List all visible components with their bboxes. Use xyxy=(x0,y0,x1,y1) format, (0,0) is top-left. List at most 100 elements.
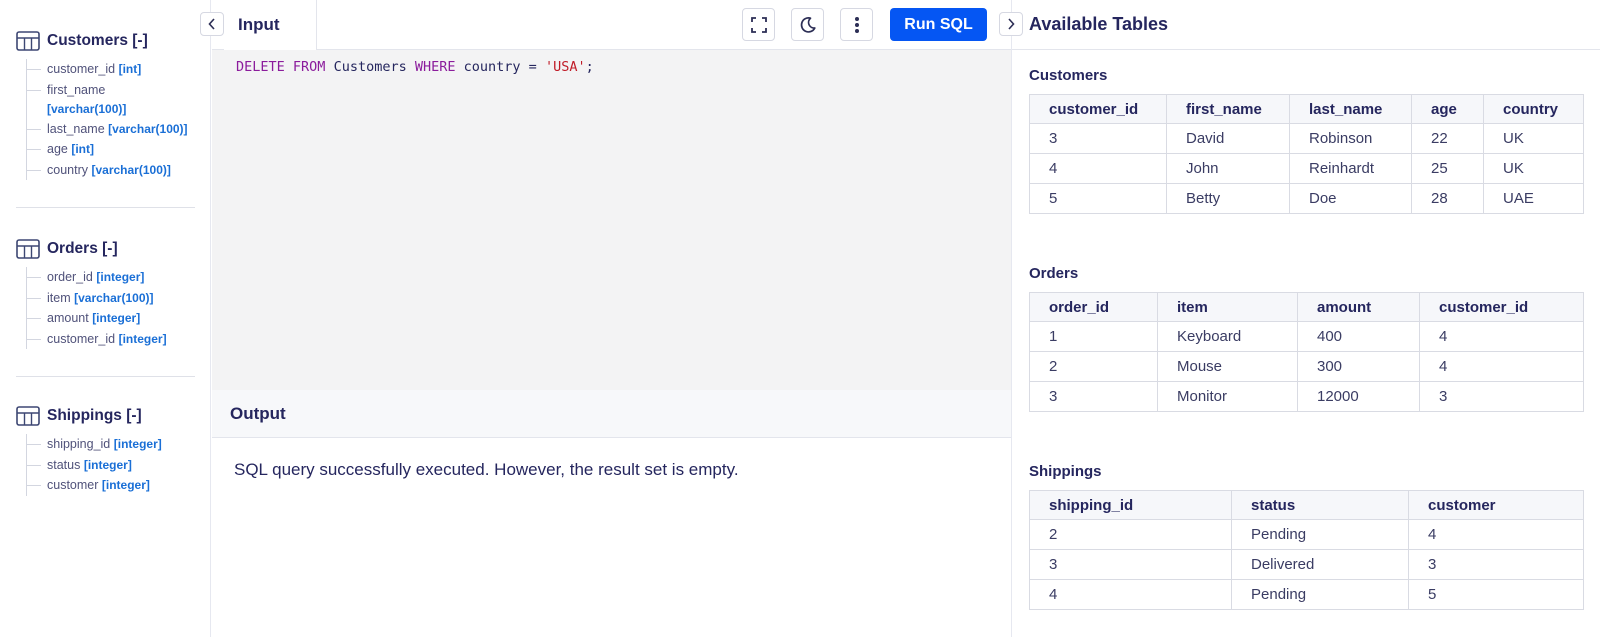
table-cell: 3 xyxy=(1408,549,1584,580)
column-name: status xyxy=(47,457,81,472)
table-cell: 4 xyxy=(1029,579,1232,610)
table-cell: Robinson xyxy=(1289,123,1412,154)
table-cell: 3 xyxy=(1029,123,1167,154)
collapse-tables-button[interactable] xyxy=(999,12,1023,36)
column-type: [varchar(100)] xyxy=(91,162,171,177)
column-type: [integer] xyxy=(118,331,167,346)
schema-column: age [int] xyxy=(27,139,196,160)
column-header: age xyxy=(1411,94,1484,124)
table-cell: 4 xyxy=(1408,519,1584,550)
schema-title[interactable]: Customers [-] xyxy=(47,32,148,50)
column-type: [int] xyxy=(71,142,94,156)
column-header: status xyxy=(1231,490,1409,520)
schema-column-list: order_id [integer] item [varchar(100)] a… xyxy=(26,267,196,349)
schema-column: last_name [varchar(100)] xyxy=(27,119,196,140)
chevron-left-icon xyxy=(208,18,215,30)
sql-editor[interactable]: DELETE FROM Customers WHERE country = 'U… xyxy=(212,50,1011,390)
schema-header[interactable]: Orders [-] xyxy=(16,237,196,261)
table-cell: Betty xyxy=(1166,183,1290,214)
column-header: customer xyxy=(1408,490,1584,520)
column-header: country xyxy=(1483,94,1584,124)
code-line[interactable]: DELETE FROM Customers WHERE country = 'U… xyxy=(236,56,594,78)
chevron-right-icon xyxy=(1008,18,1015,30)
column-name: country xyxy=(47,162,88,177)
run-sql-button[interactable]: Run SQL xyxy=(890,8,987,41)
fullscreen-button[interactable] xyxy=(742,8,775,41)
table-cell: 2 xyxy=(1029,351,1158,382)
table-cell: Pending xyxy=(1231,579,1409,610)
table-row: 3 Monitor 12000 3 xyxy=(1029,381,1584,412)
schema-header[interactable]: Shippings [-] xyxy=(16,404,196,428)
table-cell: Monitor xyxy=(1157,381,1298,412)
column-header: last_name xyxy=(1289,94,1412,124)
schema-column: status [integer] xyxy=(27,455,196,476)
schema-column: country [varchar(100)] xyxy=(27,160,196,181)
theme-toggle-button[interactable] xyxy=(791,8,824,41)
column-header: order_id xyxy=(1029,292,1158,322)
column-header: customer_id xyxy=(1419,292,1584,322)
table-row: 2 Mouse 300 4 xyxy=(1029,351,1584,382)
keyword: DELETE xyxy=(236,59,285,75)
schema-customers: Customers [-] customer_id [int] first_na… xyxy=(16,29,196,180)
table-cell: 28 xyxy=(1411,183,1484,214)
table-row: 5 Betty Doe 28 UAE xyxy=(1029,183,1584,214)
panel-title: Available Tables xyxy=(1029,14,1169,34)
column-name: last_name xyxy=(47,121,105,136)
schema-sidebar: Customers [-] customer_id [int] first_na… xyxy=(0,0,211,637)
table-row: 4 John Reinhardt 25 UK xyxy=(1029,153,1584,184)
table-section-shippings: Shippings shipping_id status customer 2 … xyxy=(1029,463,1585,610)
column-type: [integer] xyxy=(92,311,141,325)
terminator: ; xyxy=(585,59,594,75)
column-header: customer_id xyxy=(1029,94,1167,124)
output-message: SQL query successfully executed. However… xyxy=(234,460,739,479)
table-cell: Pending xyxy=(1231,519,1409,550)
schema-column: first_name [varchar(100)] xyxy=(27,80,196,119)
column-type: [varchar(100)] xyxy=(47,101,127,116)
table-title: Shippings xyxy=(1029,463,1102,480)
data-table: order_id item amount customer_id 1 Keybo… xyxy=(1029,292,1584,412)
schema-column-list: shipping_id [integer] status [integer] c… xyxy=(26,434,196,496)
table-cell: UK xyxy=(1483,123,1584,154)
table-title: Customers xyxy=(1029,67,1108,84)
collapse-sidebar-button[interactable] xyxy=(200,12,224,36)
table-icon xyxy=(16,239,40,259)
table-cell: 300 xyxy=(1297,351,1420,382)
sidebar-divider xyxy=(16,376,195,377)
table-section-customers: Customers customer_id first_name last_na… xyxy=(1029,67,1585,214)
more-options-button[interactable] xyxy=(840,8,873,41)
available-tables-panel: Available Tables Customers customer_id f… xyxy=(999,0,1600,637)
table-cell: 4 xyxy=(1419,351,1584,382)
schema-header[interactable]: Customers [-] xyxy=(16,29,196,53)
schema-title[interactable]: Orders [-] xyxy=(47,240,118,258)
table-cell: 22 xyxy=(1411,123,1484,154)
table-header-row: order_id item amount customer_id xyxy=(1029,292,1584,322)
schema-title[interactable]: Shippings [-] xyxy=(47,407,142,425)
schema-column-list: customer_id [int] first_name [varchar(100… xyxy=(26,59,196,180)
tab-input[interactable]: Input xyxy=(224,0,317,50)
schema-shippings: Shippings [-] shipping_id [integer] stat… xyxy=(16,404,196,496)
table-cell: 5 xyxy=(1029,183,1167,214)
keyword: FROM xyxy=(292,59,326,75)
table-cell: Keyboard xyxy=(1157,321,1298,352)
column-type: [integer] xyxy=(101,478,150,492)
column-type: [integer] xyxy=(83,457,132,472)
schema-column: shipping_id [integer] xyxy=(27,434,196,455)
table-row: 2 Pending 4 xyxy=(1029,519,1584,550)
moon-icon xyxy=(800,16,816,33)
table-cell: Delivered xyxy=(1231,549,1409,580)
panel-header: Available Tables xyxy=(1012,0,1600,50)
column-header: item xyxy=(1157,292,1298,322)
editor-toolbar: Input Run SQL xyxy=(212,0,1011,50)
table-cell: 400 xyxy=(1297,321,1420,352)
table-cell: 4 xyxy=(1029,153,1167,184)
table-cell: UK xyxy=(1483,153,1584,184)
table-cell: 3 xyxy=(1029,381,1158,412)
table-cell: David xyxy=(1166,123,1290,154)
schema-column: customer_id [int] xyxy=(27,59,196,80)
schema-orders: Orders [-] order_id [integer] item [varc… xyxy=(16,237,196,349)
column-type: [integer] xyxy=(96,270,145,284)
table-row: 3 Delivered 3 xyxy=(1029,549,1584,580)
column-name: customer_id xyxy=(47,331,116,346)
schema-column: customer_id [integer] xyxy=(27,329,196,350)
table-section-orders: Orders order_id item amount customer_id … xyxy=(1029,265,1585,412)
